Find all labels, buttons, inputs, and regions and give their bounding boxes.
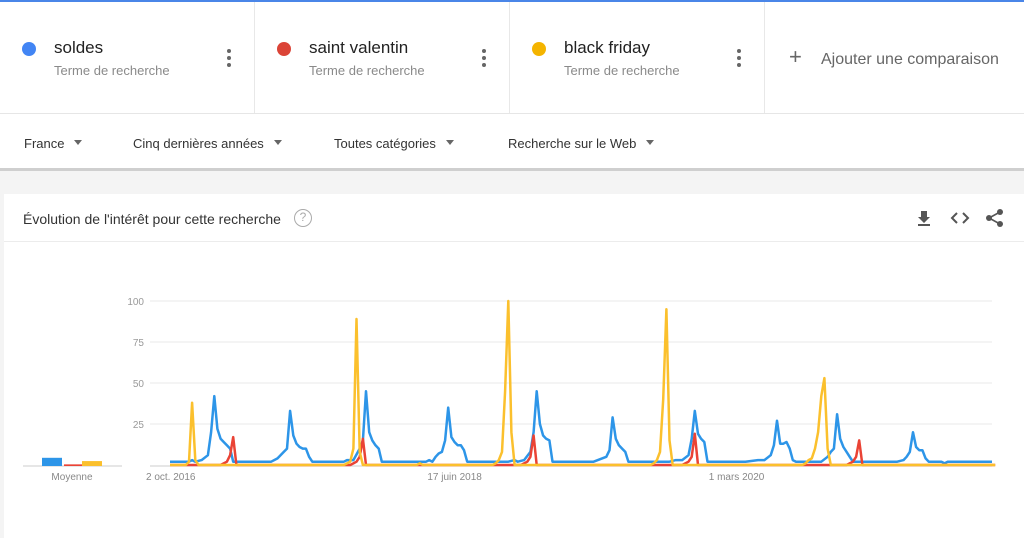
average-bar-black-friday [82,461,102,466]
term-subtitle: Terme de recherche [54,63,170,78]
more-vert-icon[interactable] [736,49,742,67]
term-card-soldes[interactable]: soldes Terme de recherche [0,2,255,113]
filters-bar: France Cinq dernières années Toutes caté… [0,114,1024,171]
help-icon[interactable]: ? [294,209,312,227]
add-comparison-label: Ajouter une comparaison [821,51,999,68]
share-icon[interactable] [985,208,1005,228]
dropdown-arrow-icon [74,140,83,146]
term-card-saint-valentin[interactable]: saint valentin Terme de recherche [255,2,510,113]
add-comparison-button[interactable]: + Ajouter une comparaison [765,2,1024,113]
embed-icon[interactable] [950,208,970,228]
term-subtitle: Terme de recherche [564,63,680,78]
card-header: Évolution de l'intérêt pour cette recher… [4,194,1024,242]
filter-search-type[interactable]: Recherche sur le Web [508,136,655,151]
dropdown-arrow-icon [646,140,655,146]
y-tick-label: 50 [133,379,145,390]
filter-category[interactable]: Toutes catégories [334,136,454,151]
x-tick-label: 2 oct. 2016 [146,472,196,483]
filter-region[interactable]: France [24,136,83,151]
series-color-dot [277,42,291,56]
plus-icon: + [789,44,802,69]
series-color-dot [22,42,36,56]
x-tick-label: 17 juin 2018 [427,472,482,483]
y-tick-label: 100 [127,297,144,308]
filter-label: Cinq dernières années [133,136,264,151]
series-line-soldes [170,389,992,465]
dropdown-arrow-icon [445,140,454,146]
average-label: Moyenne [51,472,93,483]
download-icon[interactable] [914,208,934,228]
y-tick-label: 75 [133,338,145,349]
filter-label: Toutes catégories [334,136,436,151]
term-name[interactable]: black friday [564,38,650,58]
average-bar-soldes [42,457,62,466]
y-tick-label: 25 [133,420,145,431]
term-name[interactable]: saint valentin [309,38,408,58]
average-bar-saint-valentin [64,464,84,466]
term-name[interactable]: soldes [54,38,103,58]
more-vert-icon[interactable] [481,49,487,67]
x-tick-label: 1 mars 2020 [709,472,765,483]
filter-time-range[interactable]: Cinq dernières années [133,136,282,151]
series-color-dot [532,42,546,56]
filter-label: France [24,136,65,151]
comparison-terms-bar: soldes Terme de recherche saint valentin… [0,2,1024,114]
interest-chart: 25 50 75 100 2 oct. 2016 17 juin 2018 1 mars 2… [23,297,996,483]
term-subtitle: Terme de recherche [309,63,425,78]
term-card-black-friday[interactable]: black friday Terme de recherche [510,2,765,113]
more-vert-icon[interactable] [226,49,232,67]
interest-over-time-card: Évolution de l'intérêt pour cette recher… [4,194,1024,538]
dropdown-arrow-icon [273,140,282,146]
filter-label: Recherche sur le Web [508,136,637,151]
card-title: Évolution de l'intérêt pour cette recher… [23,211,281,227]
